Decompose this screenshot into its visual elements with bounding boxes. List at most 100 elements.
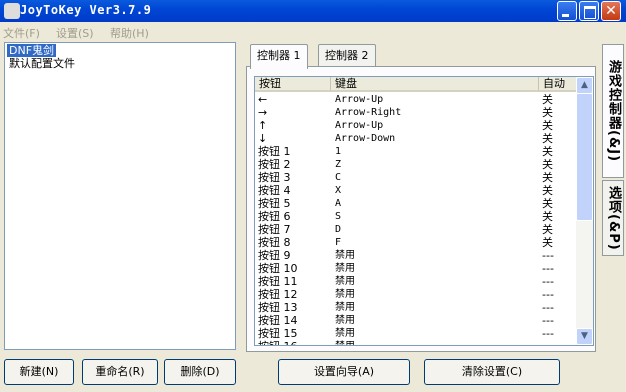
button-cell: ↓	[258, 132, 268, 145]
mapping-row[interactable]: 按钮 9 禁用 ---	[255, 249, 577, 262]
app-icon	[4, 3, 20, 19]
mapping-row[interactable]: 按钮 4 X 关	[255, 184, 577, 197]
menu-bar: 文件(F) 设置(S) 帮助(H)	[0, 22, 626, 41]
clear-settings-button[interactable]: 清除设置(C)	[424, 359, 560, 385]
menu-help[interactable]: 帮助(H)	[110, 25, 149, 41]
auto-cell: ---	[542, 275, 554, 288]
close-button[interactable]: ✕	[601, 1, 621, 21]
auto-cell: 关	[542, 132, 553, 145]
mapping-row[interactable]: 按钮 15 禁用 ---	[255, 327, 577, 340]
mapping-row[interactable]: 按钮 5 A 关	[255, 197, 577, 210]
auto-cell: ---	[542, 262, 554, 275]
button-cell: 按钮 3	[258, 171, 291, 184]
tab-options[interactable]: 选项(&P)	[602, 180, 624, 256]
button-cell: 按钮 4	[258, 184, 291, 197]
mapping-row[interactable]: 按钮 2 Z 关	[255, 158, 577, 171]
key-cell: Arrow-Up	[335, 120, 384, 131]
key-cell: Arrow-Right	[335, 107, 402, 118]
key-cell: X	[335, 185, 342, 196]
scroll-thumb[interactable]	[576, 93, 593, 221]
mapping-row[interactable]: ← Arrow-Up 关	[255, 93, 577, 106]
menu-settings[interactable]: 设置(S)	[56, 25, 94, 41]
mapping-row[interactable]: 按钮 8 F 关	[255, 236, 577, 249]
new-config-button[interactable]: 新建(N)	[4, 359, 74, 385]
close-icon: ✕	[605, 3, 617, 19]
button-cell: →	[258, 106, 268, 119]
button-cell: 按钮 11	[258, 275, 298, 288]
key-cell: S	[335, 211, 342, 222]
config-list[interactable]: DNF鬼剑 默认配置文件	[4, 42, 236, 350]
menu-file[interactable]: 文件(F)	[3, 25, 40, 41]
tab-game-controller[interactable]: 游戏控制器(&J)	[602, 44, 624, 178]
scroll-up-icon: ▲	[581, 80, 588, 90]
button-cell: 按钮 9	[258, 249, 291, 262]
mapping-row[interactable]: ↑ Arrow-Up 关	[255, 119, 577, 132]
mapping-row[interactable]: 按钮 3 C 关	[255, 171, 577, 184]
key-cell: C	[335, 172, 342, 183]
button-cell: 按钮 15	[258, 327, 298, 340]
mapping-row[interactable]: → Arrow-Right 关	[255, 106, 577, 119]
auto-cell: 关	[542, 171, 553, 184]
auto-cell: 关	[542, 197, 553, 210]
tab-controller-1[interactable]: 控制器 1	[250, 44, 308, 69]
auto-cell: 关	[542, 223, 553, 236]
key-cell: 禁用	[335, 263, 355, 274]
mapping-row[interactable]: 按钮 12 禁用 ---	[255, 288, 577, 301]
mapping-row[interactable]: 按钮 13 禁用 ---	[255, 301, 577, 314]
mapping-row[interactable]: 按钮 16 禁用 ---	[255, 340, 577, 345]
auto-cell: ---	[542, 301, 554, 314]
button-cell: 按钮 16	[258, 340, 298, 345]
minimize-icon	[562, 14, 569, 17]
column-header-auto[interactable]: 自动	[539, 77, 577, 92]
vertical-scrollbar[interactable]: ▲ ▼	[576, 77, 593, 345]
mapping-row[interactable]: 按钮 7 D 关	[255, 223, 577, 236]
auto-cell: 关	[542, 93, 553, 106]
scroll-up-button[interactable]: ▲	[576, 77, 593, 94]
delete-config-button[interactable]: 删除(D)	[164, 359, 236, 385]
key-cell: D	[335, 224, 342, 235]
auto-cell: 关	[542, 210, 553, 223]
setup-wizard-button[interactable]: 设置向导(A)	[278, 359, 410, 385]
auto-cell: 关	[542, 236, 553, 249]
mapping-row[interactable]: 按钮 10 禁用 ---	[255, 262, 577, 275]
window-title: JoyToKey Ver3.7.9	[20, 3, 152, 17]
auto-cell: ---	[542, 340, 554, 345]
auto-cell: 关	[542, 119, 553, 132]
key-cell: 禁用	[335, 302, 355, 313]
button-mapping-list[interactable]: 按钮 键盘 自动 ← Arrow-Up 关 → Arrow-Right 关 ↑ Arrow-U…	[254, 76, 594, 346]
auto-cell: ---	[542, 327, 554, 340]
rename-config-button[interactable]: 重命名(R)	[82, 359, 158, 385]
button-cell: 按钮 10	[258, 262, 298, 275]
key-cell: F	[335, 237, 342, 248]
auto-cell: 关	[542, 145, 553, 158]
button-cell: 按钮 2	[258, 158, 291, 171]
key-cell: 禁用	[335, 340, 355, 345]
button-cell: 按钮 5	[258, 197, 291, 210]
mapping-row[interactable]: ↓ Arrow-Down 关	[255, 132, 577, 145]
key-cell: A	[335, 198, 342, 209]
button-cell: 按钮 1	[258, 145, 291, 158]
config-item-default[interactable]: 默认配置文件	[7, 57, 77, 70]
tab-controller-2[interactable]: 控制器 2	[318, 44, 376, 68]
key-cell: Z	[335, 159, 342, 170]
key-cell: Arrow-Down	[335, 133, 396, 144]
auto-cell: ---	[542, 249, 554, 262]
key-cell: Arrow-Up	[335, 94, 384, 105]
maximize-button[interactable]	[579, 1, 599, 21]
mapping-row[interactable]: 按钮 6 S 关	[255, 210, 577, 223]
mapping-row[interactable]: 按钮 14 禁用 ---	[255, 314, 577, 327]
mapping-row[interactable]: 按钮 1 1 关	[255, 145, 577, 158]
column-header-button[interactable]: 按钮	[255, 77, 331, 92]
mapping-row[interactable]: 按钮 11 禁用 ---	[255, 275, 577, 288]
key-cell: 1	[335, 146, 342, 157]
button-cell: 按钮 8	[258, 236, 291, 249]
key-cell: 禁用	[335, 289, 355, 300]
auto-cell: 关	[542, 184, 553, 197]
column-header-key[interactable]: 键盘	[331, 77, 539, 92]
config-item-dnf[interactable]: DNF鬼剑	[7, 44, 57, 57]
auto-cell: 关	[542, 106, 553, 119]
scroll-down-icon: ▼	[581, 331, 588, 341]
scroll-down-button[interactable]: ▼	[576, 328, 593, 345]
button-cell: 按钮 13	[258, 301, 298, 314]
minimize-button[interactable]	[557, 1, 577, 21]
